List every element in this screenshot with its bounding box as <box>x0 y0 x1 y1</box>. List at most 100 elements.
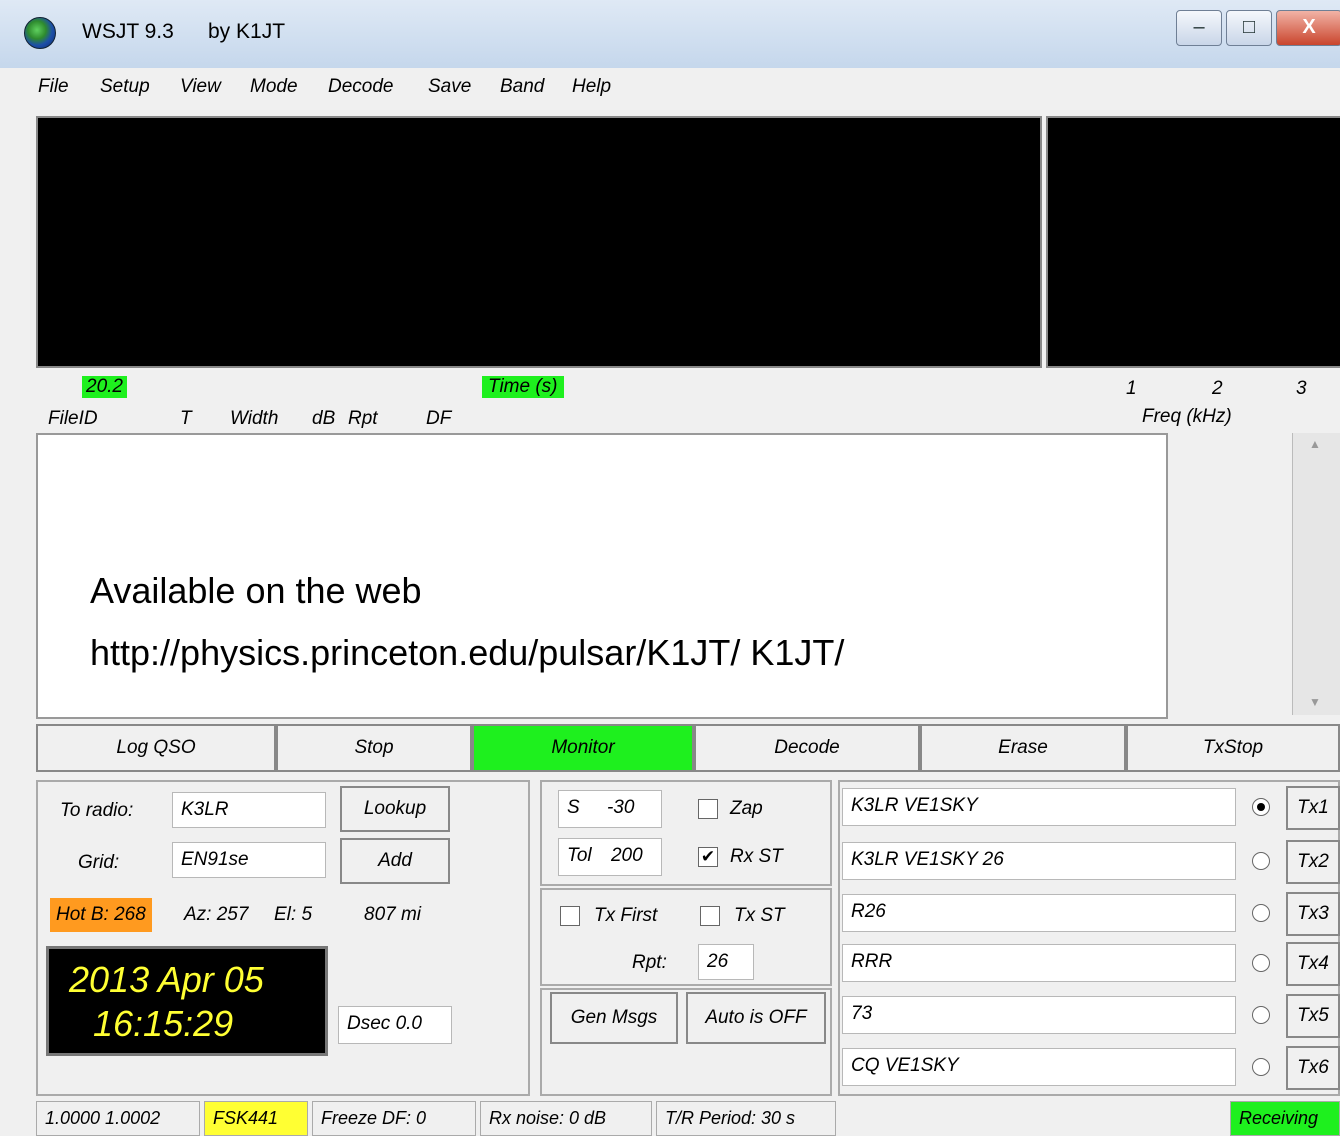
elevation-text: El: 5 <box>274 904 313 925</box>
message-radio-4[interactable] <box>1252 954 1270 972</box>
utc-clock-display: 2013 Apr 05 16:15:29 <box>46 946 328 1056</box>
status-rx-noise: Rx noise: 0 dB <box>480 1101 652 1136</box>
freq-tick: 3 <box>1296 378 1307 399</box>
menu-file[interactable]: File <box>38 76 69 98</box>
tx4-button[interactable]: Tx4 <box>1286 942 1340 986</box>
scroll-up-icon[interactable]: ▲ <box>1309 437 1321 451</box>
message-field-5[interactable]: 73 <box>842 996 1236 1034</box>
message-field-3[interactable]: R26 <box>842 894 1236 932</box>
rpt-input[interactable]: 26 <box>698 944 754 980</box>
tx1-button[interactable]: Tx1 <box>1286 786 1340 830</box>
tx6-button[interactable]: Tx6 <box>1286 1046 1340 1090</box>
annotation-url: http://physics.princeton.edu/pulsar/K1JT… <box>90 632 845 673</box>
to-radio-label: To radio: <box>60 800 134 821</box>
gen-msgs-button[interactable]: Gen Msgs <box>550 992 678 1044</box>
time-value: 20.2 <box>82 376 127 398</box>
close-icon: X <box>1302 16 1316 38</box>
column-width: Width <box>230 408 279 429</box>
menu-band[interactable]: Band <box>500 76 544 98</box>
app-globe-icon <box>24 17 56 49</box>
column-df: DF <box>426 408 452 429</box>
status-receiving: Receiving <box>1230 1101 1340 1136</box>
column-db: dB <box>312 408 336 429</box>
distance-text: 807 mi <box>364 904 422 925</box>
maximize-button[interactable]: □ <box>1226 10 1272 46</box>
clock-time: 16:15:29 <box>93 1003 234 1044</box>
status-freeze-df: Freeze DF: 0 <box>312 1101 476 1136</box>
tx2-button[interactable]: Tx2 <box>1286 840 1340 884</box>
minimize-icon: – <box>1193 16 1205 38</box>
tx5-button[interactable]: Tx5 <box>1286 994 1340 1038</box>
azimuth-text: Az: 257 <box>184 904 249 925</box>
message-radio-3[interactable] <box>1252 904 1270 922</box>
scroll-down-icon[interactable]: ▼ <box>1309 695 1321 709</box>
column-rpt: Rpt <box>348 408 378 429</box>
erase-button[interactable]: Erase <box>920 724 1126 772</box>
close-button[interactable]: X <box>1276 10 1340 46</box>
log-qso-button[interactable]: Log QSO <box>36 724 276 772</box>
freq-axis-label: Freq (kHz) <box>1142 406 1232 427</box>
menu-view[interactable]: View <box>180 76 221 98</box>
window-author: by K1JT <box>208 20 286 43</box>
freq-tick: 2 <box>1212 378 1223 399</box>
lookup-button[interactable]: Lookup <box>340 786 450 832</box>
grid-label: Grid: <box>78 852 120 873</box>
tx-options-panel <box>540 888 832 986</box>
stop-button[interactable]: Stop <box>276 724 472 772</box>
time-axis-label: Time (s) <box>482 376 564 398</box>
dsec-field[interactable]: Dsec 0.0 <box>338 1006 452 1044</box>
zap-checkbox[interactable] <box>698 799 718 819</box>
menu-decode[interactable]: Decode <box>328 76 394 98</box>
rx-st-label: Rx ST <box>730 846 783 867</box>
minimize-button[interactable]: – <box>1176 10 1222 46</box>
tx-st-label: Tx ST <box>734 905 785 926</box>
rx-st-checkbox[interactable]: ✔ <box>698 847 718 867</box>
status-tr-period: T/R Period: 30 s <box>656 1101 836 1136</box>
txstop-button[interactable]: TxStop <box>1126 724 1340 772</box>
message-radio-5[interactable] <box>1252 1006 1270 1024</box>
column-fileid: FileID <box>48 408 98 429</box>
hot-b-indicator: Hot B: 268 <box>50 898 152 932</box>
menu-save[interactable]: Save <box>428 76 471 98</box>
status-clock-ratio: 1.0000 1.0002 <box>36 1101 200 1136</box>
menu-mode[interactable]: Mode <box>250 76 298 98</box>
message-radio-1[interactable] <box>1252 798 1270 816</box>
time-plot-pane[interactable] <box>36 116 1042 368</box>
tx-st-checkbox[interactable] <box>700 906 720 926</box>
maximize-icon: □ <box>1242 16 1256 38</box>
tx3-button[interactable]: Tx3 <box>1286 892 1340 936</box>
s-field[interactable]: S -30 <box>558 790 662 828</box>
add-button[interactable]: Add <box>340 838 450 884</box>
message-field-2[interactable]: K3LR VE1SKY 26 <box>842 842 1236 880</box>
tx-first-checkbox[interactable] <box>560 906 580 926</box>
message-field-4[interactable]: RRR <box>842 944 1236 982</box>
to-radio-input[interactable]: K3LR <box>172 792 326 828</box>
tol-field[interactable]: Tol 200 <box>558 838 662 876</box>
grid-input[interactable]: EN91se <box>172 842 326 878</box>
vertical-scrollbar[interactable]: ▲ ▼ <box>1292 433 1340 715</box>
spectrum-pane[interactable] <box>1046 116 1340 368</box>
status-mode: FSK441 <box>204 1101 308 1136</box>
menu-setup[interactable]: Setup <box>100 76 150 98</box>
freq-tick: 1 <box>1126 378 1137 399</box>
title-bar: WSJT 9.3 by K1JT – □ X <box>0 0 1340 69</box>
s-value: -30 <box>606 797 635 818</box>
rpt-label: Rpt: <box>632 952 667 973</box>
annotation-line-1: Available on the web <box>90 570 422 611</box>
zap-label: Zap <box>730 798 763 819</box>
menu-help[interactable]: Help <box>572 76 611 98</box>
tx-first-label: Tx First <box>594 905 658 926</box>
s-label: S <box>567 797 580 818</box>
clock-date: 2013 Apr 05 <box>69 959 264 1000</box>
message-radio-6[interactable] <box>1252 1058 1270 1076</box>
auto-button[interactable]: Auto is OFF <box>686 992 826 1044</box>
tol-value: 200 <box>610 845 643 866</box>
monitor-button[interactable]: Monitor <box>472 724 694 772</box>
message-field-1[interactable]: K3LR VE1SKY <box>842 788 1236 826</box>
column-t: T <box>180 408 192 429</box>
tol-label: Tol <box>567 845 592 866</box>
message-field-6[interactable]: CQ VE1SKY <box>842 1048 1236 1086</box>
message-radio-2[interactable] <box>1252 852 1270 870</box>
window-title: WSJT 9.3 <box>82 20 174 43</box>
decode-button[interactable]: Decode <box>694 724 920 772</box>
